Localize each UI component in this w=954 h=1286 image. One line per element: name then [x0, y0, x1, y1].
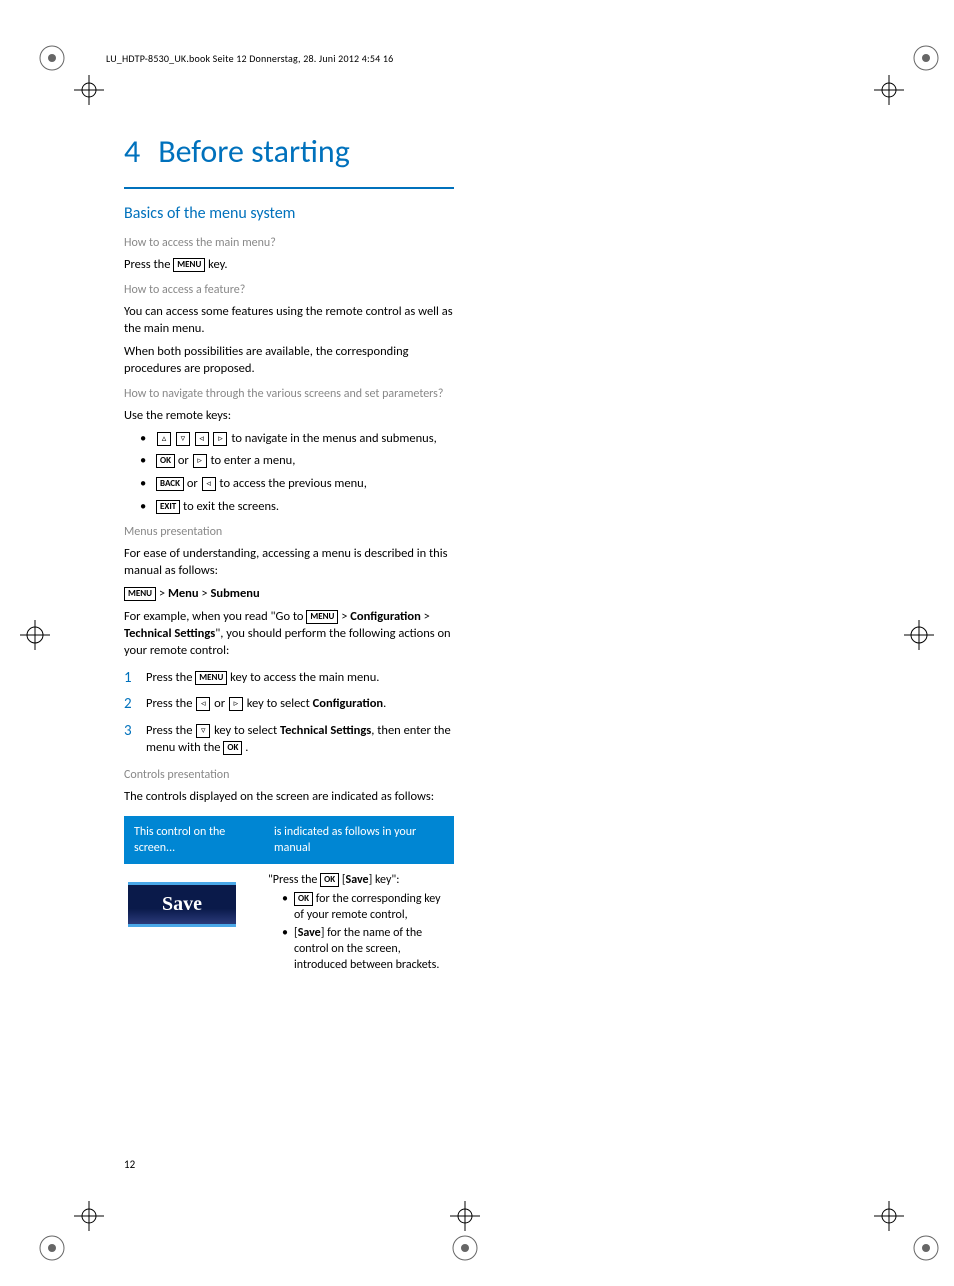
subheading-navigate: How to navigate through the various scre… [124, 386, 454, 402]
chapter-number: 4 [124, 132, 140, 171]
chapter-text: Before starting [158, 132, 350, 171]
subheading-menus-presentation: Menus presentation [124, 524, 454, 540]
menu-key-icon: MENU [124, 587, 156, 601]
content-column: 4 Before starting Basics of the menu syst… [124, 130, 454, 976]
steps-list: 1 Press the MENU key to access the main … [124, 670, 454, 758]
left-arrow-icon: ◃ [196, 697, 210, 711]
crop-mark-ml [10, 610, 60, 660]
para-menu-submenu: MENU > Menu > Submenu [124, 586, 454, 603]
step-3: 3 Press the ▿ key to select Technical Se… [124, 723, 454, 757]
para-controls-indicated: The controls displayed on the screen are… [124, 789, 454, 806]
crop-mark-tl [34, 40, 104, 110]
ok-key-icon: OK [294, 892, 313, 906]
subheading-access-main: How to access the main menu? [124, 235, 454, 251]
subheading-controls-presentation: Controls presentation [124, 767, 454, 783]
table-cell-explanation: "Press the OK [Save] key": OK for the co… [264, 864, 454, 975]
table-cell-save-button: Save [124, 864, 264, 975]
controls-table: This control on the screen... is indicat… [124, 816, 454, 976]
ok-key-icon: OK [320, 873, 339, 887]
title-rule [124, 187, 454, 189]
ok-key-icon: OK [223, 741, 242, 755]
para-ease-understanding: For ease of understanding, accessing a m… [124, 546, 454, 580]
right-arrow-icon: ▹ [229, 697, 243, 711]
save-screenshot-icon: Save [128, 882, 236, 927]
para-use-remote: Use the remote keys: [124, 408, 454, 425]
menu-key-icon: MENU [173, 258, 205, 272]
header-line: LU_HDTP-8530_UK.book Seite 12 Donnerstag… [106, 52, 393, 66]
crop-mark-br [874, 1196, 944, 1266]
left-arrow-icon: ◃ [195, 432, 209, 446]
up-arrow-icon: ▵ [157, 432, 171, 446]
step-2: 2 Press the ◃ or ▹ key to select Configu… [124, 696, 454, 713]
down-arrow-icon: ▿ [196, 724, 210, 738]
list-item: ▵ ▿ ◃ ▹ to navigate in the menus and sub… [144, 431, 454, 448]
table-header-screen: This control on the screen... [124, 816, 264, 864]
crop-mark-mr [894, 610, 944, 660]
left-arrow-icon: ◃ [202, 477, 216, 491]
ok-key-icon: OK [156, 454, 175, 468]
para-press-menu: Press the MENU key. [124, 257, 454, 274]
list-item: [Save] for the name of the control on th… [282, 925, 450, 974]
down-arrow-icon: ▿ [176, 432, 190, 446]
table-header-manual: is indicated as follows in your manual [264, 816, 454, 864]
right-arrow-icon: ▹ [193, 454, 207, 468]
list-item: OK or ▹ to enter a menu, [144, 453, 454, 470]
para-access-features: You can access some features using the r… [124, 304, 454, 338]
crop-mark-tr [874, 40, 944, 110]
step-1: 1 Press the MENU key to access the main … [124, 670, 454, 687]
subheading-access-feature: How to access a feature? [124, 282, 454, 298]
section-title: Basics of the menu system [124, 203, 454, 225]
list-item: BACK or ◃ to access the previous menu, [144, 476, 454, 493]
chapter-title: 4 Before starting [124, 130, 454, 173]
right-arrow-icon: ▹ [213, 432, 227, 446]
crop-mark-bm [430, 1196, 500, 1266]
list-item: OK for the corresponding key of your rem… [282, 891, 450, 923]
menu-key-icon: MENU [306, 610, 338, 624]
remote-keys-list: ▵ ▿ ◃ ▹ to navigate in the menus and sub… [124, 431, 454, 517]
list-item: EXIT to exit the screens. [144, 499, 454, 516]
back-key-icon: BACK [156, 477, 184, 491]
menu-key-icon: MENU [195, 671, 227, 685]
para-both-possibilities: When both possibilities are available, t… [124, 344, 454, 378]
crop-mark-bl [34, 1196, 104, 1266]
page-number: 12 [124, 1158, 135, 1173]
para-example: For example, when you read "Go to MENU >… [124, 609, 454, 660]
exit-key-icon: EXIT [156, 500, 180, 514]
